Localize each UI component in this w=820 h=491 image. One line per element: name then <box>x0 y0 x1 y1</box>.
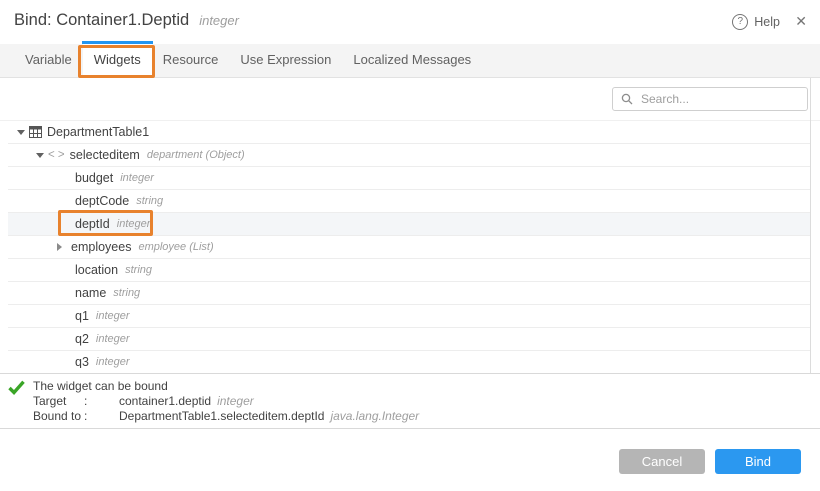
object-brackets-icon: < > <box>48 149 65 161</box>
status-row-label: Bound to <box>33 409 84 424</box>
tree-row-name[interactable]: name string <box>8 282 810 305</box>
tab-localized-messages[interactable]: Localized Messages <box>342 44 482 77</box>
tree-node-label: budget <box>75 171 113 185</box>
dialog-title-type: integer <box>199 13 239 28</box>
status-row-colon: : <box>84 394 119 409</box>
tree-row-location[interactable]: location string <box>8 259 810 282</box>
tree-node-type: department (Object) <box>147 149 245 161</box>
tree-row-deptCode[interactable]: deptCode string <box>8 190 810 213</box>
tab-variable[interactable]: Variable <box>14 44 83 77</box>
close-icon[interactable]: ✕ <box>795 13 807 30</box>
page-title: Bind: Container1.Deptid integer <box>14 11 239 30</box>
status-row-colon: : <box>84 409 119 424</box>
status-row-value-type: integer <box>217 394 254 409</box>
tree-row-q2[interactable]: q2 integer <box>8 328 810 351</box>
tree-node-type: integer <box>117 218 151 230</box>
search-icon <box>621 93 633 105</box>
table-icon <box>29 126 42 138</box>
tab-label: Widgets <box>94 52 141 67</box>
tab-use-expression[interactable]: Use Expression <box>229 44 342 77</box>
tree-node-label: deptCode <box>75 194 129 208</box>
tree-row-selecteditem[interactable]: < > selecteditem department (Object) <box>8 144 810 167</box>
status-row-value: DepartmentTable1.selecteditem.deptId <box>119 409 324 424</box>
bind-dialog: Bind: Container1.Deptidinteger ? Help ✕ … <box>0 0 820 491</box>
tab-resource[interactable]: Resource <box>152 44 230 77</box>
status-row-bound-to: Bound to:DepartmentTable1.selecteditem.d… <box>33 409 820 424</box>
help-button[interactable]: ? Help <box>732 14 780 30</box>
tree-node-type: integer <box>120 172 154 184</box>
status-row-value-type: java.lang.Integer <box>330 409 419 424</box>
expander-right-icon[interactable] <box>57 243 62 251</box>
cancel-button[interactable]: Cancel <box>619 449 705 474</box>
expander-down-icon[interactable] <box>36 153 44 158</box>
tree-node-type: string <box>136 195 163 207</box>
tree-row-q3[interactable]: q3 integer <box>8 351 810 368</box>
tree-node-label: deptId <box>75 217 110 231</box>
status-message: The widget can be bound <box>33 379 820 394</box>
expander-down-icon[interactable] <box>17 130 25 135</box>
tree-node-type: employee (List) <box>138 241 213 253</box>
search-box[interactable] <box>612 87 808 111</box>
tab-label: Resource <box>163 52 219 67</box>
tree-node-type: string <box>113 287 140 299</box>
help-question-icon: ? <box>732 14 748 30</box>
tab-label: Localized Messages <box>353 52 471 67</box>
search-input[interactable] <box>639 91 799 107</box>
status-row-label: Target <box>33 394 84 409</box>
tree-node-type: integer <box>96 333 130 345</box>
tree-row-q1[interactable]: q1 integer <box>8 305 810 328</box>
tree-node-label: q1 <box>75 309 89 323</box>
tree-node-label: DepartmentTable1 <box>47 125 149 139</box>
tab-label: Use Expression <box>240 52 331 67</box>
status-rows: Target:container1.deptidintegerBound to:… <box>33 394 820 424</box>
tree-node-type: integer <box>96 356 130 368</box>
success-check-icon <box>8 380 25 395</box>
tree-node-label: location <box>75 263 118 277</box>
status-row-target: Target:container1.deptid integer <box>33 394 820 409</box>
tree-node-label: q3 <box>75 355 89 368</box>
tab-label: Variable <box>25 52 72 67</box>
tab-bar: Variable Widgets Resource Use Expression Loc… <box>0 44 820 78</box>
tree-node-type: string <box>125 264 152 276</box>
status-panel: The widget can be bound Target:container… <box>0 373 820 429</box>
status-row-value: container1.deptid <box>119 394 211 409</box>
help-label: Help <box>754 15 780 29</box>
bind-button[interactable]: Bind <box>715 449 801 474</box>
tab-widgets[interactable]: Widgets <box>83 44 152 77</box>
tree-row-deptId[interactable]: deptId integer <box>8 213 810 236</box>
tree-row-DepartmentTable1[interactable]: DepartmentTable1 <box>8 121 810 144</box>
tree-node-label: name <box>75 286 106 300</box>
tree-node-label: employees <box>71 240 131 254</box>
tree-node-label: selecteditem <box>70 148 140 162</box>
tree-row-employees[interactable]: employees employee (List) <box>8 236 810 259</box>
scrollbar-track[interactable] <box>810 78 811 373</box>
tree-list: DepartmentTable1 < > selecteditem departmen… <box>0 121 810 368</box>
dialog-title-text: Bind: Container1.Deptid <box>14 11 189 29</box>
tree-row-budget[interactable]: budget integer <box>8 167 810 190</box>
tree-node-label: q2 <box>75 332 89 346</box>
tree-node-type: integer <box>96 310 130 322</box>
